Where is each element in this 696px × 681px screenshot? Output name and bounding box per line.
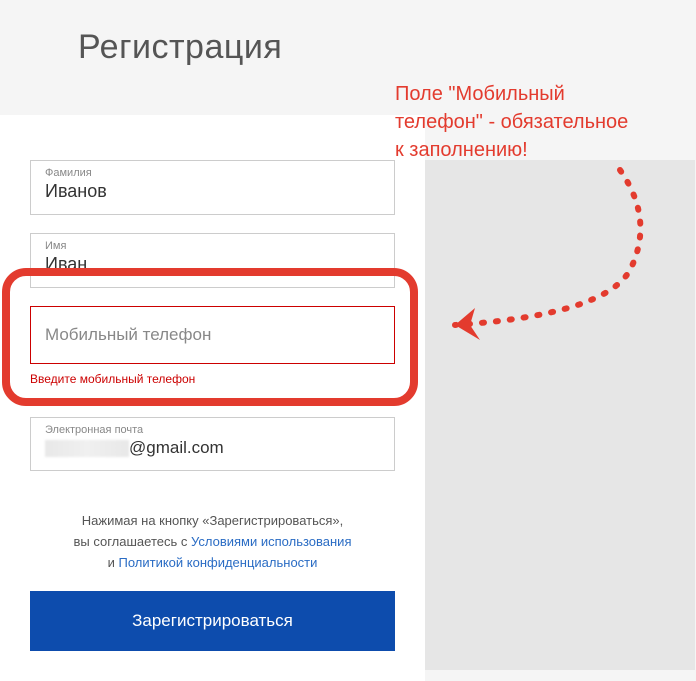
email-label: Электронная почта (45, 424, 380, 436)
surname-field-wrap[interactable]: Фамилия (30, 160, 395, 215)
annotation-text: Поле "Мобильный телефон" - обязательное … (395, 80, 628, 164)
name-input[interactable] (45, 254, 380, 275)
email-blurred-part (45, 440, 129, 457)
registration-form: Фамилия Имя Мобильный телефон Введите мо… (0, 115, 425, 681)
phone-error: Введите мобильный телефон (30, 372, 395, 386)
surname-label: Фамилия (45, 167, 380, 179)
page-title: Регистрация (78, 28, 696, 67)
email-field-wrap[interactable]: Электронная почта @gmail.com (30, 417, 395, 471)
consent-text: Нажимая на кнопку «Зарегистрироваться», … (30, 511, 395, 573)
name-label: Имя (45, 240, 380, 252)
phone-placeholder: Мобильный телефон (45, 325, 211, 344)
terms-link[interactable]: Условиями использования (191, 534, 352, 549)
email-input[interactable]: @gmail.com (45, 438, 380, 458)
name-field-wrap[interactable]: Имя (30, 233, 395, 288)
register-button[interactable]: Зарегистрироваться (30, 591, 395, 651)
privacy-link[interactable]: Политикой конфиденциальности (118, 555, 317, 570)
phone-field-wrap[interactable]: Мобильный телефон (30, 306, 395, 364)
surname-input[interactable] (45, 181, 380, 202)
email-suffix: @gmail.com (129, 438, 224, 457)
redaction-bar (30, 390, 240, 399)
side-panel (425, 160, 695, 670)
